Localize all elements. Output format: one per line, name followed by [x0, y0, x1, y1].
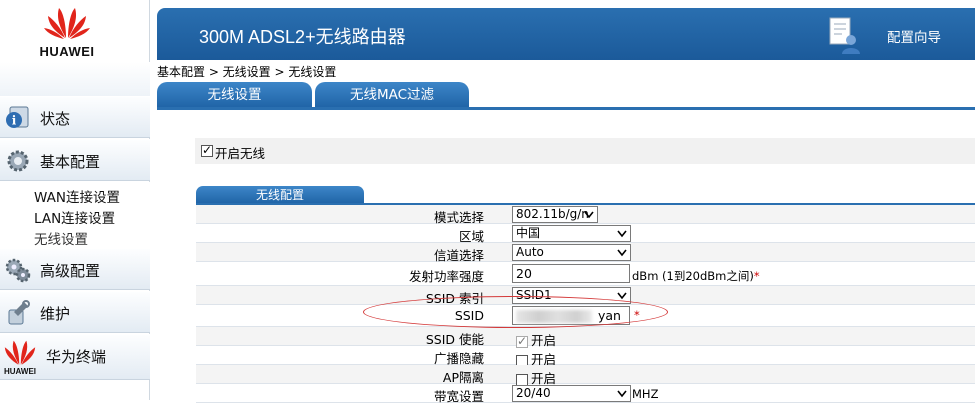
sidebar-item-status[interactable]: i 状态	[0, 96, 150, 138]
breadcrumb: 基本配置 > 无线设置 > 无线设置	[157, 65, 337, 79]
logo-text: HUAWEI	[4, 367, 36, 376]
mode-select[interactable]: 802.11b/g/n	[512, 206, 598, 223]
sidebar-item-label: 基本配置	[40, 153, 101, 171]
sidebar-item-label: 华为终端	[46, 348, 107, 366]
wizard-user-icon[interactable]	[827, 16, 861, 54]
huawei-logo-icon	[44, 8, 90, 39]
enable-wireless-checkbox[interactable]	[201, 143, 213, 157]
sidebar-subitem-wireless[interactable]: 无线设置	[34, 228, 88, 248]
sidebar-item-huawei-terminal[interactable]: HUAWEI 华为终端	[0, 334, 150, 380]
form-row-ssid-enable: SSID 使能 开启	[196, 327, 975, 348]
form-row-bandwidth: 带宽设置 20/40 MHZ	[196, 384, 975, 404]
chevron-down-icon	[617, 249, 627, 257]
enable-wireless-row: 开启无线	[195, 138, 975, 164]
sidebar-item-label: 维护	[40, 305, 71, 323]
gear-icon	[7, 150, 29, 172]
sidebar: HUAWEI i 状态 基本配置 WAN连接设置 LAN连接设置 无线设置 高级…	[0, 0, 150, 400]
sidebar-item-advanced-config[interactable]: 高级配置	[0, 248, 150, 290]
sidebar-subitem-wan[interactable]: WAN连接设置	[34, 186, 120, 206]
sidebar-subitem-lan[interactable]: LAN连接设置	[34, 207, 115, 227]
chevron-down-icon	[584, 211, 594, 219]
tab-wireless-mac-filter[interactable]: 无线MAC过滤	[315, 82, 469, 108]
form-row-region: 区域 中国	[196, 224, 975, 244]
enable-wireless-label: 开启无线	[215, 146, 266, 161]
region-value: 中国	[516, 226, 541, 240]
svg-text:i: i	[12, 114, 17, 128]
bandwidth-select[interactable]: 20/40	[512, 385, 631, 402]
bandwidth-label: 带宽设置	[433, 389, 484, 404]
form-row-broadcast-hide: 广播隐藏 开启	[196, 346, 975, 367]
status-info-icon: i	[6, 106, 29, 128]
bandwidth-unit: MHZ	[632, 387, 659, 401]
ssid-annotation-ellipse	[363, 296, 668, 328]
mode-value: 802.11b/g/n	[516, 207, 589, 221]
page-title: 300M ADSL2+无线路由器	[199, 27, 406, 47]
power-input[interactable]: 20	[512, 264, 630, 283]
advanced-gears-icon	[5, 258, 31, 283]
bandwidth-value: 20/40	[516, 386, 551, 400]
huawei-logo: HUAWEI	[0, 0, 150, 62]
chevron-down-icon	[617, 230, 627, 238]
region-select[interactable]: 中国	[512, 225, 631, 242]
logo-text: HUAWEI	[39, 44, 95, 59]
config-wizard-link[interactable]: 配置向导	[887, 26, 941, 46]
page-header: 300M ADSL2+无线路由器 配置向导	[157, 8, 975, 60]
channel-value: Auto	[516, 245, 544, 259]
sidebar-submenu: WAN连接设置 LAN连接设置 无线设置	[0, 182, 150, 248]
sidebar-item-maintenance[interactable]: 维护	[0, 291, 150, 333]
power-hint: dBm (1到20dBm之间)*	[632, 269, 760, 283]
tab-wireless-settings[interactable]: 无线设置	[157, 82, 312, 108]
wrench-icon	[8, 300, 30, 325]
nav-spacer	[0, 62, 150, 96]
section-title: 无线配置	[196, 186, 364, 204]
sidebar-item-label: 状态	[40, 110, 71, 128]
chevron-down-icon	[617, 390, 627, 398]
form-row-ap-isolation: AP隔离 开启	[196, 365, 975, 386]
channel-select[interactable]: Auto	[512, 244, 631, 261]
form-row-power: 发射功率强度 20 dBm (1到20dBm之间)*	[196, 262, 975, 286]
huawei-logo-icon	[4, 340, 36, 365]
sidebar-item-basic-config[interactable]: 基本配置	[0, 139, 150, 181]
form-row-channel: 信道选择 Auto	[196, 243, 975, 263]
power-label: 发射功率强度	[408, 269, 484, 284]
form-row-mode: 模式选择 802.11b/g/n	[196, 205, 975, 225]
sidebar-item-label: 高级配置	[40, 262, 101, 280]
